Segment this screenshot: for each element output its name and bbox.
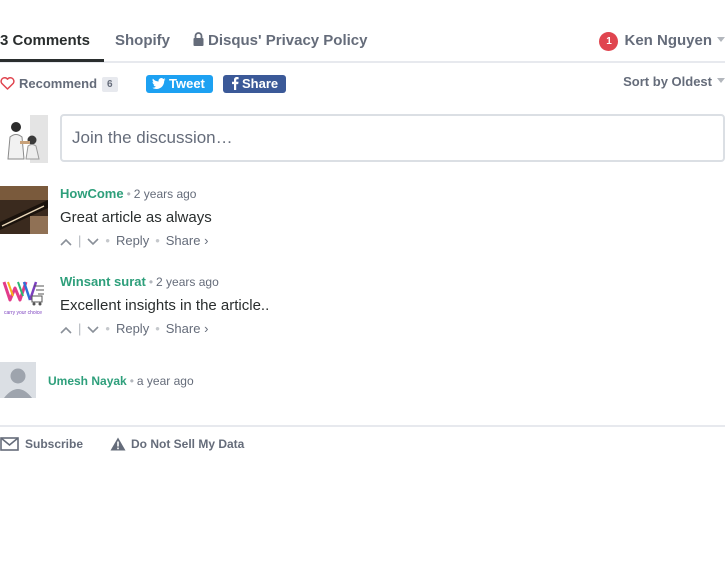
comment-item: Umesh Nayak • a year ago bbox=[0, 362, 725, 398]
vote-separator: | bbox=[78, 321, 82, 336]
reply-link[interactable]: Reply bbox=[116, 233, 149, 248]
do-not-sell-link[interactable]: Do Not Sell My Data bbox=[110, 437, 244, 451]
separator-dot: • bbox=[148, 275, 154, 289]
comment-item: HowCome • 2 years ago Great article as alw… bbox=[0, 186, 725, 256]
tab-shopify[interactable]: Shopify bbox=[115, 32, 170, 49]
separator-dot: • bbox=[105, 321, 110, 336]
comment-header: Winsant surat • 2 years ago bbox=[60, 274, 219, 289]
tab-comments[interactable]: 3 Comments bbox=[0, 32, 90, 49]
separator-dot: • bbox=[126, 187, 131, 201]
tweet-label: Tweet bbox=[169, 76, 205, 91]
svg-text:carry your choice: carry your choice bbox=[4, 310, 42, 316]
separator-dot: • bbox=[155, 233, 160, 248]
share-link[interactable]: Share › bbox=[166, 233, 209, 248]
comment-text: Excellent insights in the article.. bbox=[60, 297, 270, 314]
user-name: Ken Nguyen bbox=[624, 32, 712, 49]
subscribe-label: Subscribe bbox=[25, 437, 84, 451]
join-discussion-input[interactable]: Join the discussion… bbox=[60, 114, 725, 162]
facebook-share-label: Share bbox=[242, 76, 279, 91]
tab-privacy-policy[interactable]: Disqus' Privacy Policy bbox=[193, 32, 367, 49]
comment-item: carry your choice Winsant surat • 2 years … bbox=[0, 274, 725, 344]
warning-icon bbox=[110, 437, 126, 451]
envelope-icon bbox=[0, 437, 19, 451]
user-menu[interactable]: 1 Ken Nguyen bbox=[599, 32, 725, 51]
user-avatar[interactable] bbox=[0, 115, 48, 163]
comment-header: HowCome • 2 years ago bbox=[60, 186, 196, 201]
comment-author[interactable]: Umesh Nayak bbox=[48, 374, 127, 388]
facebook-share-button[interactable]: Share bbox=[223, 75, 287, 93]
comment-actions: | • Reply • Share › bbox=[60, 321, 208, 336]
comment-avatar[interactable]: carry your choice bbox=[0, 274, 48, 322]
facebook-icon bbox=[232, 77, 239, 90]
sort-dropdown[interactable]: Sort by Oldest bbox=[623, 74, 725, 89]
comment-actions: | • Reply • Share › bbox=[60, 233, 208, 248]
comment-avatar-image bbox=[0, 186, 48, 234]
comment-time[interactable]: a year ago bbox=[137, 374, 194, 388]
twitter-icon bbox=[152, 78, 166, 90]
lock-icon bbox=[193, 32, 204, 46]
downvote-icon[interactable] bbox=[87, 238, 99, 246]
comments-nav: 3 Comments Shopify Disqus' Privacy Polic… bbox=[0, 0, 725, 63]
vote-separator: | bbox=[78, 233, 82, 248]
separator-dot: • bbox=[105, 233, 110, 248]
do-not-sell-label: Do Not Sell My Data bbox=[131, 437, 245, 451]
recommend-button[interactable]: Recommend 6 bbox=[0, 76, 118, 92]
subscribe-link[interactable]: Subscribe bbox=[0, 437, 83, 451]
comment-time[interactable]: 2 years ago bbox=[156, 275, 219, 289]
comment-author[interactable]: HowCome bbox=[60, 186, 124, 201]
comment-time[interactable]: 2 years ago bbox=[134, 187, 197, 201]
default-avatar-icon bbox=[0, 362, 36, 398]
comment-avatar[interactable] bbox=[0, 362, 36, 398]
recommend-label: Recommend bbox=[19, 76, 98, 91]
downvote-icon[interactable] bbox=[87, 326, 99, 334]
separator-dot: • bbox=[129, 374, 134, 388]
share-link[interactable]: Share › bbox=[166, 321, 209, 336]
comment-text: Great article as always bbox=[60, 209, 212, 226]
user-avatar-image bbox=[0, 115, 48, 163]
tweet-button[interactable]: Tweet bbox=[146, 75, 213, 93]
upvote-icon[interactable] bbox=[60, 238, 72, 246]
comment-header: Umesh Nayak • a year ago bbox=[48, 374, 194, 388]
tab-privacy-policy-label: Disqus' Privacy Policy bbox=[208, 32, 368, 49]
reply-link[interactable]: Reply bbox=[116, 321, 149, 336]
active-tab-indicator bbox=[0, 59, 104, 62]
notification-badge[interactable]: 1 bbox=[599, 32, 619, 51]
caret-down-icon bbox=[717, 37, 725, 42]
winsant-logo-image: carry your choice bbox=[0, 274, 48, 322]
comment-avatar[interactable] bbox=[0, 186, 48, 234]
heart-icon bbox=[0, 77, 15, 90]
recommend-count: 6 bbox=[102, 77, 118, 92]
sort-label: Sort by Oldest bbox=[623, 74, 712, 89]
thread-footer: Subscribe Do Not Sell My Data bbox=[0, 425, 725, 465]
caret-down-icon bbox=[717, 78, 725, 83]
thread-toolbar: Recommend 6 Tweet Share Sort by Oldest bbox=[0, 74, 725, 96]
comment-author[interactable]: Winsant surat bbox=[60, 274, 146, 289]
upvote-icon[interactable] bbox=[60, 326, 72, 334]
separator-dot: • bbox=[155, 321, 160, 336]
